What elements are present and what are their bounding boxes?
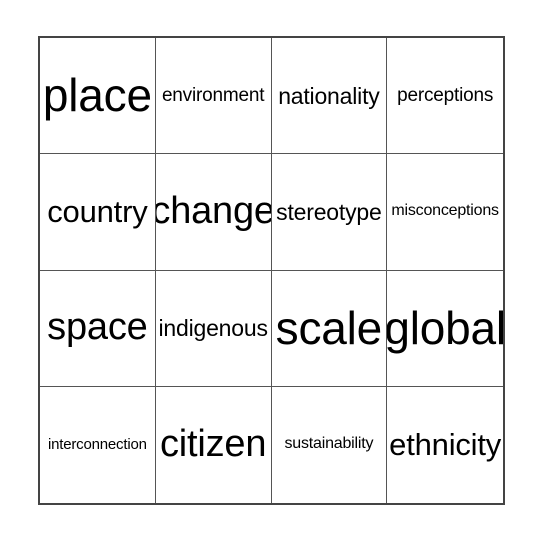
bingo-cell-label: place	[42, 69, 152, 122]
bingo-cell-label: environment	[161, 84, 265, 106]
bingo-cell[interactable]: misconceptions	[387, 154, 503, 271]
bingo-cell[interactable]: space	[40, 270, 156, 387]
bingo-cell-label: interconnection	[48, 436, 147, 453]
bingo-cell[interactable]: ethnicity	[387, 386, 503, 503]
bingo-cell-label: indigenous	[158, 315, 268, 342]
bingo-cell-label: country	[47, 193, 148, 229]
bingo-cell-label: stereotype	[276, 198, 382, 225]
bingo-cell-label: ethnicity	[389, 426, 502, 462]
bingo-cell-label: change	[155, 189, 272, 232]
bingo-cell[interactable]: global	[387, 270, 503, 387]
bingo-cell-label: citizen	[159, 422, 267, 465]
bingo-cell-label: perceptions	[397, 84, 494, 106]
bingo-cell[interactable]: interconnection	[40, 386, 156, 503]
bingo-cell-label: sustainability	[284, 435, 374, 453]
bingo-cell[interactable]: nationality	[271, 38, 388, 155]
bingo-cell-label: global	[387, 301, 503, 354]
bingo-cell-label: scale	[275, 301, 383, 354]
bingo-cell[interactable]: country	[40, 154, 156, 271]
bingo-cell[interactable]: indigenous	[155, 270, 272, 387]
bingo-cell[interactable]: stereotype	[271, 154, 388, 271]
bingo-card-grid: place environment nationality perceptions co…	[38, 36, 505, 505]
bingo-cell[interactable]: environment	[155, 38, 272, 155]
bingo-cell[interactable]: change	[155, 154, 272, 271]
bingo-cell[interactable]: scale	[271, 270, 388, 387]
bingo-cell-label: nationality	[278, 82, 380, 109]
bingo-cell-label: space	[47, 306, 148, 349]
bingo-cell-label: misconceptions	[391, 202, 499, 220]
bingo-cell[interactable]: place	[40, 38, 156, 155]
bingo-cell[interactable]: perceptions	[387, 38, 503, 155]
bingo-cell[interactable]: citizen	[155, 386, 272, 503]
bingo-cell[interactable]: sustainability	[271, 386, 388, 503]
